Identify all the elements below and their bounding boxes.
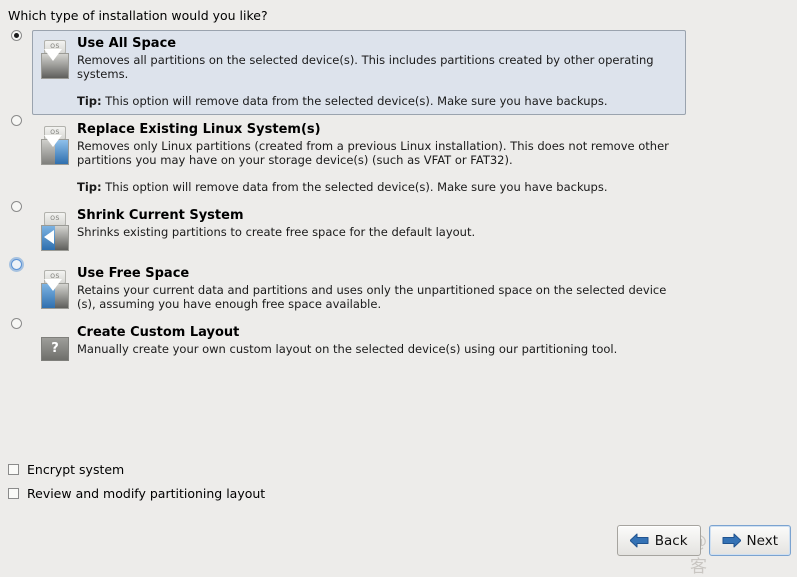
option-tip: Tip: This option will remove data from t… [77, 94, 677, 108]
disk-blue-down-arrow-icon: OS [39, 126, 71, 166]
right-arrow-icon [722, 533, 741, 548]
icon-cell: ? [33, 325, 77, 369]
icon-cell: OS [33, 36, 77, 80]
option-row-shrink-current-system[interactable]: OS Shrink Current System Shrinks existing … [0, 201, 797, 259]
option-row-use-all-space[interactable]: OS Use All Space Removes all partitions on… [0, 30, 797, 115]
down-arrow-glyph [44, 279, 62, 291]
option-title: Create Custom Layout [77, 325, 240, 340]
radio-cell [0, 318, 32, 329]
option-body[interactable]: OS Use All Space Removes all partitions on… [32, 30, 686, 115]
checkbox-review-modify-partitioning[interactable] [8, 487, 19, 499]
option-title: Use All Space [77, 36, 177, 51]
radio-create-custom-layout[interactable] [10, 318, 22, 329]
back-button[interactable]: Back [616, 525, 701, 556]
option-tip-text: This option will remove data from the se… [101, 94, 608, 108]
disk-left-arrow-icon: OS [39, 212, 71, 252]
down-arrow-glyph [44, 135, 62, 147]
option-title: Use Free Space [77, 266, 190, 281]
option-row-create-custom-layout[interactable]: ? Create Custom Layout Manually create you… [0, 318, 797, 376]
next-button[interactable]: Next [708, 525, 791, 556]
icon-cell: OS [33, 208, 77, 252]
option-text: Replace Existing Linux System(s) Removes … [77, 122, 685, 194]
os-tag: OS [44, 212, 66, 226]
option-row-use-free-space[interactable]: OS Use Free Space Retains your current dat… [0, 259, 797, 318]
option-text: Use All Space Removes all partitions on t… [77, 36, 685, 108]
radio-cell [0, 259, 32, 270]
radio-shrink-current-system[interactable] [10, 201, 22, 212]
radio-cell [0, 115, 32, 126]
option-description: Manually create your own custom layout o… [77, 342, 618, 356]
radio-replace-existing-linux[interactable] [10, 115, 22, 126]
disk-fill-right [55, 226, 68, 250]
left-arrow-icon [629, 533, 649, 548]
disk-question-mark-icon: ? [39, 329, 71, 369]
option-text: Use Free Space Retains your current data … [77, 266, 685, 311]
next-button-label: Next [746, 532, 778, 549]
checkbox-row-encrypt-system[interactable]: Encrypt system [8, 459, 265, 479]
page-title: Which type of installation would you lik… [8, 8, 268, 23]
icon-cell: OS [33, 122, 77, 166]
back-button-label: Back [654, 532, 688, 549]
radio-cell [0, 30, 32, 41]
option-text: Shrink Current System Shrinks existing pa… [77, 208, 685, 239]
checkbox-encrypt-system[interactable] [8, 463, 19, 475]
down-arrow-glyph [44, 49, 62, 61]
radio-use-all-space[interactable] [10, 30, 22, 41]
option-tip-text: This option will remove data from the se… [101, 180, 608, 194]
disk-down-arrow-icon: OS [39, 40, 71, 80]
option-description: Removes all partitions on the selected d… [77, 53, 654, 81]
option-body[interactable]: OS Shrink Current System Shrinks existing … [32, 201, 686, 259]
option-body[interactable]: OS Replace Existing Linux System(s) Remove… [32, 115, 686, 201]
left-arrow-glyph [44, 230, 54, 244]
option-text: Create Custom Layout Manually create your… [77, 325, 685, 356]
option-tip-label: Tip: [77, 180, 102, 194]
question-mark-glyph: ? [41, 337, 69, 361]
options-checkbox-group: Encrypt system Review and modify partitio… [8, 459, 265, 507]
checkbox-label: Encrypt system [27, 461, 125, 477]
option-tip: Tip: This option will remove data from t… [77, 180, 677, 194]
installation-type-options: OS Use All Space Removes all partitions on… [0, 30, 797, 376]
option-body[interactable]: ? Create Custom Layout Manually create you… [32, 318, 686, 376]
option-description: Shrinks existing partitions to create fr… [77, 225, 476, 239]
radio-use-free-space[interactable] [10, 259, 22, 270]
option-title: Shrink Current System [77, 208, 244, 223]
option-tip-label: Tip: [77, 94, 102, 108]
option-title: Replace Existing Linux System(s) [77, 122, 321, 137]
icon-cell: OS [33, 266, 77, 310]
option-row-replace-existing-linux[interactable]: OS Replace Existing Linux System(s) Remove… [0, 115, 797, 201]
checkbox-row-review-modify-partitioning[interactable]: Review and modify partitioning layout [8, 483, 265, 503]
option-description: Retains your current data and partitions… [77, 283, 667, 311]
disk-blue-half-icon: OS [39, 270, 71, 310]
option-description: Removes only Linux partitions (created f… [77, 139, 669, 167]
radio-cell [0, 201, 32, 212]
footer-buttons: Back Next [616, 525, 791, 556]
checkbox-label: Review and modify partitioning layout [27, 485, 266, 501]
option-body[interactable]: OS Use Free Space Retains your current dat… [32, 259, 686, 318]
